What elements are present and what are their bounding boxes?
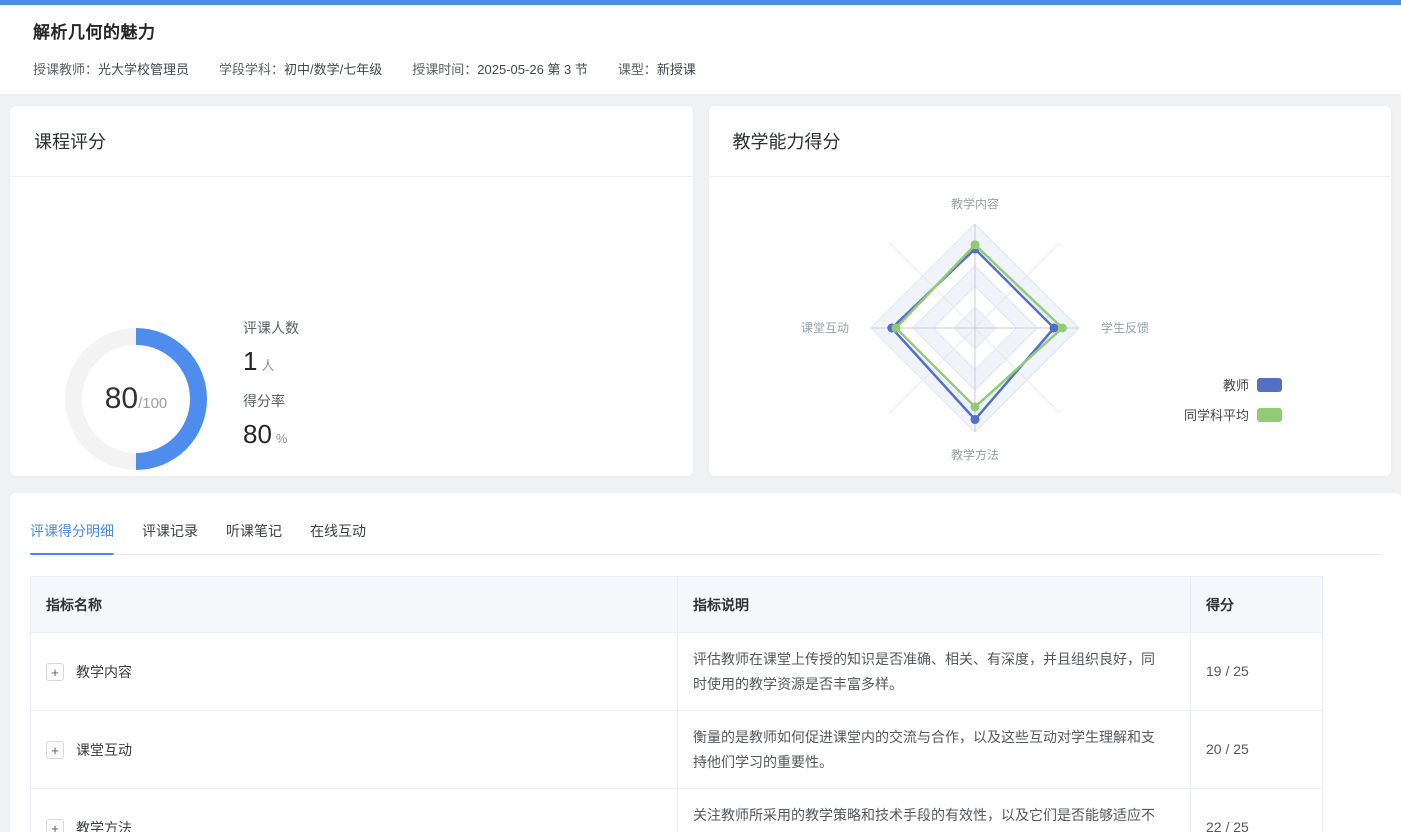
tab-online-interaction[interactable]: 在线互动 — [310, 513, 366, 554]
stat-rate-label: 得分率 — [243, 391, 299, 411]
tab-evaluation-records[interactable]: 评课记录 — [142, 513, 198, 554]
score-max: /100 — [138, 395, 167, 412]
table-row: +课堂互动 衡量的是教师如何促进课堂内的交流与合作，以及这些互动对学生理解和支持… — [31, 711, 1323, 789]
score-stats: 评课人数 1人 得分率 80% — [243, 318, 299, 464]
svg-text:课堂互动: 课堂互动 — [800, 321, 848, 335]
indicator-name-cell: +教学内容 — [31, 633, 678, 711]
meta-time: 授课时间：2025-05-26 第 3 节 — [412, 59, 588, 78]
stat-raters-value: 1人 — [243, 346, 299, 377]
stat-raters-unit: 人 — [261, 358, 274, 373]
stat-rate-value: 80% — [243, 419, 299, 450]
meta-grade-subject: 学段学科：初中/数学/七年级 — [219, 59, 382, 78]
course-meta-row: 授课教师：光大学校管理员 学段学科：初中/数学/七年级 授课时间：2025-05… — [33, 59, 1368, 78]
table-row: +教学方法 关注教师所采用的教学策略和技术手段的有效性，以及它们是否能够适应不同… — [31, 789, 1323, 832]
top-cards-row: 课程评分 80 /100 评课人数 1人 得分率 80% 教学能力得分 教学内容… — [10, 106, 1391, 476]
legend-average-label: 同学科平均 — [1184, 405, 1249, 424]
legend-average-swatch — [1257, 408, 1282, 422]
column-header-name: 指标名称 — [31, 577, 678, 633]
score-donut-chart: 80 /100 — [65, 328, 207, 470]
radar-chart: 教学内容学生反馈教学方法 课堂互动 — [709, 177, 1393, 474]
indicator-desc-cell: 关注教师所采用的教学策略和技术手段的有效性，以及它们是否能够适应不同的学习风格和… — [678, 789, 1191, 832]
legend-item-teacher[interactable]: 教师 — [1184, 375, 1282, 394]
legend-teacher-swatch — [1257, 378, 1282, 392]
indicator-name-cell: +课堂互动 — [31, 711, 678, 789]
course-score-card: 课程评分 80 /100 评课人数 1人 得分率 80% — [10, 106, 693, 476]
expand-row-button[interactable]: + — [46, 819, 64, 832]
meta-teacher: 授课教师：光大学校管理员 — [33, 59, 189, 78]
evaluation-detail-card: 评课得分明细 评课记录 听课笔记 在线互动 指标名称 指标说明 得分 +教学内容… — [10, 493, 1401, 832]
indicator-name-cell: +教学方法 — [31, 789, 678, 832]
teaching-ability-card-body: 教学内容学生反馈教学方法 课堂互动 教师 同学科平均 — [709, 177, 1392, 474]
column-header-desc: 指标说明 — [678, 577, 1191, 633]
tab-listening-notes[interactable]: 听课笔记 — [226, 513, 282, 554]
table-row: +教学内容 评估教师在课堂上传授的知识是否准确、相关、有深度，并且组织良好，同时… — [31, 633, 1323, 711]
meta-course-type: 课型：新授课 — [618, 59, 696, 78]
indicator-score-cell: 22 / 25 — [1191, 789, 1323, 832]
stat-rate-unit: % — [276, 431, 288, 446]
indicator-desc-cell: 衡量的是教师如何促进课堂内的交流与合作，以及这些互动对学生理解和支持他们学习的重… — [678, 711, 1191, 789]
column-header-score: 得分 — [1191, 577, 1323, 633]
svg-text:教学方法: 教学方法 — [950, 447, 998, 462]
legend-item-subject-average[interactable]: 同学科平均 — [1184, 405, 1282, 424]
indicator-table: 指标名称 指标说明 得分 +教学内容 评估教师在课堂上传授的知识是否准确、相关、… — [30, 576, 1323, 832]
score-donut-center: 80 /100 — [65, 328, 207, 470]
course-score-card-body: 80 /100 评课人数 1人 得分率 80% — [10, 177, 693, 474]
teaching-ability-card: 教学能力得分 教学内容学生反馈教学方法 课堂互动 教师 同学科平均 — [709, 106, 1392, 476]
legend-teacher-label: 教师 — [1223, 375, 1249, 394]
indicator-score-cell: 20 / 25 — [1191, 711, 1323, 789]
page-header: 解析几何的魅力 授课教师：光大学校管理员 学段学科：初中/数学/七年级 授课时间… — [0, 5, 1401, 94]
expand-row-button[interactable]: + — [46, 741, 64, 759]
course-score-card-title: 课程评分 — [34, 128, 106, 154]
stat-raters-label: 评课人数 — [243, 318, 299, 338]
table-header-row: 指标名称 指标说明 得分 — [31, 577, 1323, 633]
expand-row-button[interactable]: + — [46, 663, 64, 681]
radar-legend: 教师 同学科平均 — [1184, 375, 1282, 424]
course-score-card-header: 课程评分 — [10, 106, 693, 177]
tabs-bar: 评课得分明细 评课记录 听课笔记 在线互动 — [30, 513, 1382, 555]
svg-text:学生反馈: 学生反馈 — [1101, 320, 1149, 335]
indicator-desc-cell: 评估教师在课堂上传授的知识是否准确、相关、有深度，并且组织良好，同时使用的教学资… — [678, 633, 1191, 711]
svg-text:教学内容: 教学内容 — [950, 196, 998, 211]
page-title: 解析几何的魅力 — [33, 18, 1368, 43]
score-value: 80 — [105, 382, 138, 416]
tab-score-detail[interactable]: 评课得分明细 — [30, 513, 114, 554]
teaching-ability-card-header: 教学能力得分 — [709, 106, 1392, 177]
teaching-ability-card-title: 教学能力得分 — [733, 128, 841, 154]
indicator-score-cell: 19 / 25 — [1191, 633, 1323, 711]
